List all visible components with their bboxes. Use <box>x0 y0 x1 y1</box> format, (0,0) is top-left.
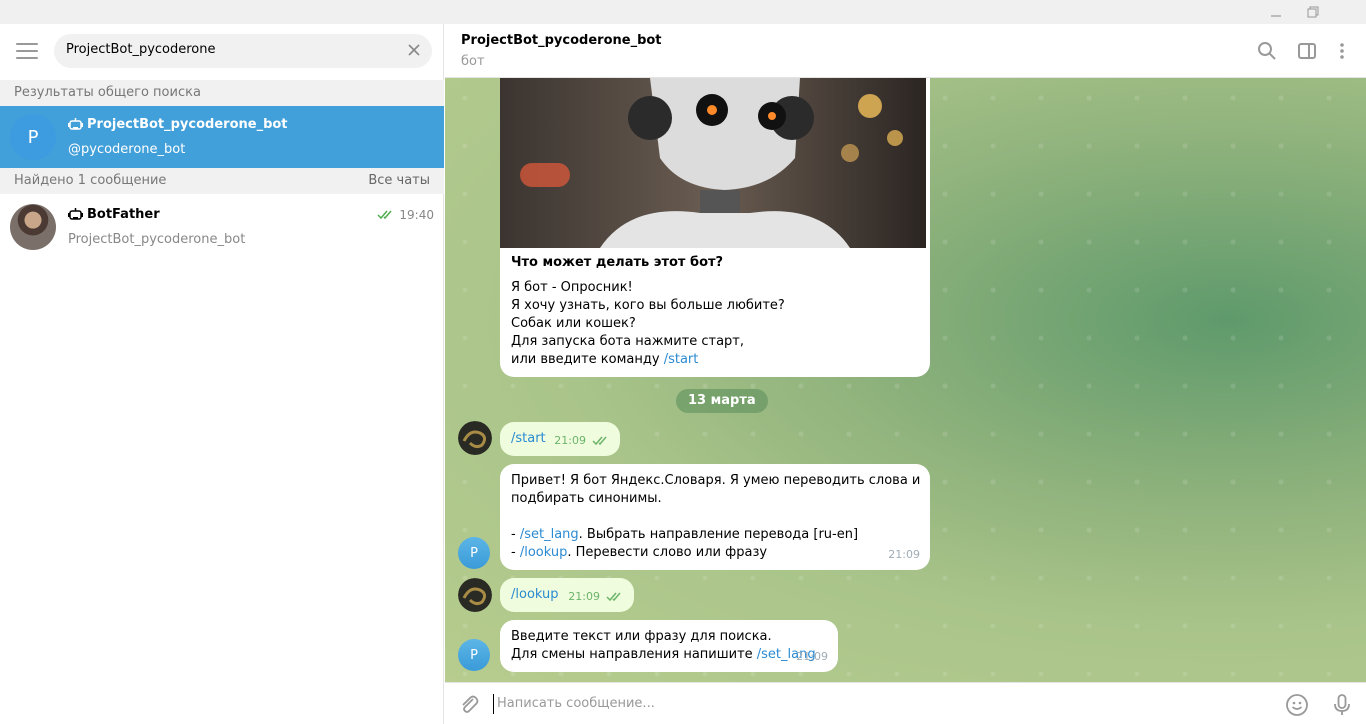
message-line: подбирать синонимы. <box>511 491 662 506</box>
bot-icon <box>68 208 83 220</box>
message-line: Для смены направления напишите /set_lang <box>511 646 816 664</box>
message-line: - /set_lang. Выбрать направление перевод… <box>511 526 920 544</box>
message-text: Привет! Я бот Яндекс.Словаря. Я умею пер… <box>511 472 920 562</box>
search-input[interactable]: ProjectBot_pycoderone <box>54 34 432 68</box>
attach-icon[interactable] <box>457 693 481 717</box>
avatar: P <box>10 114 56 160</box>
message-line: - /lookup. Перевести слово или фразу <box>511 544 920 562</box>
message-time-text: 21:09 <box>568 590 600 603</box>
user-avatar <box>458 578 492 612</box>
message-bot-greeting[interactable]: Привет! Я бот Яндекс.Словаря. Я умею пер… <box>500 464 930 570</box>
date-chip: 13 марта <box>676 389 768 413</box>
result-name: BotFather <box>68 207 160 222</box>
message-start[interactable]: /start 21:09 <box>500 422 620 456</box>
set-lang-command-link[interactable]: /set_lang <box>520 527 579 542</box>
lookup-command-link[interactable]: /lookup <box>511 586 559 604</box>
message-time: 21:09 <box>888 548 920 561</box>
robot-image <box>500 78 926 248</box>
text-caret <box>493 694 494 714</box>
result-preview: ProjectBot_pycoderone_bot <box>68 232 246 247</box>
message-line-text: Для смены направления напишите <box>511 647 757 662</box>
intro-line: Собак или кошек? <box>511 316 636 331</box>
intro-line: Я хочу узнать, кого вы больше любите? <box>511 298 785 313</box>
message-result-botfather[interactable]: BotFather ProjectBot_pycoderone_bot 19:4… <box>0 196 444 258</box>
message-input[interactable]: Написать сообщение... <box>497 696 655 711</box>
chat-messages[interactable]: Что может делать этот бот? Я бот - Опрос… <box>445 78 1366 682</box>
message-lookup[interactable]: /lookup 21:09 <box>500 578 634 612</box>
message-time-text: 21:09 <box>554 434 586 447</box>
intro-line: или введите команду /start <box>511 351 785 369</box>
start-command-link[interactable]: /start <box>664 352 699 367</box>
sidebar-toggle-icon[interactable] <box>1297 41 1317 61</box>
search-icon[interactable] <box>1257 41 1277 61</box>
clear-search-icon[interactable] <box>406 42 422 58</box>
more-options-icon[interactable] <box>1332 41 1352 61</box>
bot-avatar: P <box>458 639 490 671</box>
chat-status: бот <box>461 54 485 69</box>
message-bot-lookup-prompt[interactable]: Введите текст или фразу для поиска. Для … <box>500 620 838 672</box>
intro-line: Для запуска бота нажмите старт, <box>511 334 745 349</box>
all-chats-filter[interactable]: Все чаты <box>368 168 430 194</box>
intro-line-text: или введите команду <box>511 352 664 367</box>
messages-found-label: Найдено 1 сообщение <box>14 173 167 188</box>
message-time: 21:09 <box>796 650 828 663</box>
message-line: Привет! Я бот Яндекс.Словаря. Я умею пер… <box>511 473 921 488</box>
sidebar: ProjectBot_pycoderone Результаты общего … <box>0 24 444 724</box>
hamburger-menu-icon[interactable] <box>16 43 38 59</box>
chat-title[interactable]: ProjectBot_pycoderone_bot <box>461 33 662 48</box>
result-time: 19:40 <box>377 208 434 222</box>
bot-avatar: P <box>458 537 490 569</box>
restore-icon[interactable] <box>1293 0 1333 24</box>
result-username: @pycoderone_bot <box>68 142 186 157</box>
message-text: Введите текст или фразу для поиска. Для … <box>511 628 816 664</box>
avatar-letter: P <box>27 126 39 148</box>
double-check-icon <box>606 592 621 602</box>
global-results-label: Результаты общего поиска <box>14 85 201 100</box>
message-time: 21:09 <box>554 432 610 450</box>
start-command-link[interactable]: /start <box>511 430 546 448</box>
result-time-text: 19:40 <box>399 208 434 222</box>
emoji-icon[interactable] <box>1285 693 1309 717</box>
message-composer: Написать сообщение... <box>445 682 1366 724</box>
search-result-projectbot[interactable]: P ProjectBot_pycoderone_bot @pycoderone_… <box>0 106 444 168</box>
global-results-header: Результаты общего поиска <box>0 80 444 106</box>
minimize-icon[interactable] <box>1256 0 1296 24</box>
chat-header: ProjectBot_pycoderone_bot бот <box>445 24 1366 78</box>
message-line-text: . Перевести слово или фразу <box>567 545 768 560</box>
close-window-icon[interactable] <box>1330 0 1366 24</box>
search-input-value: ProjectBot_pycoderone <box>66 42 216 57</box>
user-avatar <box>458 421 492 455</box>
window-titlebar <box>0 0 1366 24</box>
message-line: Введите текст или фразу для поиска. <box>511 629 772 644</box>
bot-intro-card: Что может делать этот бот? Я бот - Опрос… <box>500 78 930 377</box>
botfather-avatar <box>10 204 56 250</box>
bot-avatar-letter: P <box>470 545 478 561</box>
microphone-icon[interactable] <box>1330 693 1354 717</box>
messages-found-header: Найдено 1 сообщение Все чаты <box>0 168 444 194</box>
message-line-dash: - <box>511 545 520 560</box>
intro-heading: Что может делать этот бот? <box>511 255 724 270</box>
result-name-text: ProjectBot_pycoderone_bot <box>87 117 288 132</box>
bot-avatar-letter: P <box>470 647 478 663</box>
intro-line: Я бот - Опросник! <box>511 280 633 295</box>
lookup-command-link[interactable]: /lookup <box>520 545 568 560</box>
double-check-icon <box>592 436 607 446</box>
message-line-text: . Выбрать направление перевода [ru-en] <box>578 527 859 542</box>
bot-icon <box>68 118 83 130</box>
message-time: 21:09 <box>568 588 624 606</box>
result-name: ProjectBot_pycoderone_bot <box>68 117 288 132</box>
double-check-icon <box>377 210 392 220</box>
message-line-dash: - <box>511 527 520 542</box>
intro-body: Я бот - Опросник! Я хочу узнать, кого вы… <box>511 279 785 369</box>
result-name-text: BotFather <box>87 207 160 222</box>
